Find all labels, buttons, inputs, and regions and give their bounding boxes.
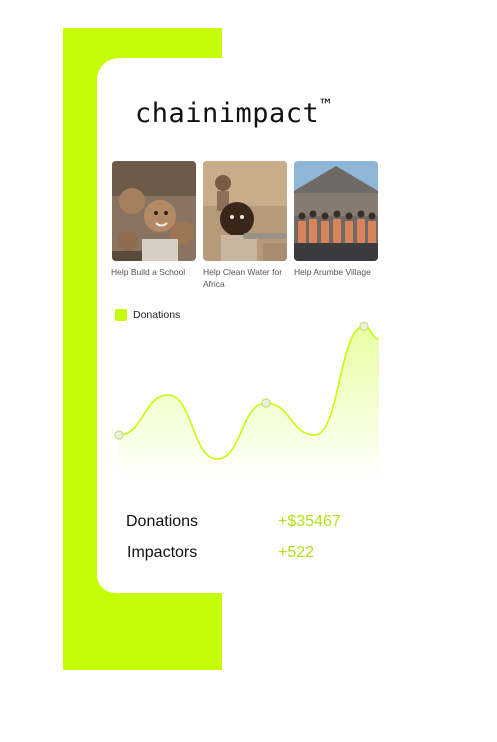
- donations-area-fill: [119, 326, 379, 483]
- data-point-0[interactable]: [114, 430, 124, 440]
- donations-stat-value: +$35467: [278, 513, 341, 530]
- donations-stat-label: Donations: [126, 513, 199, 530]
- brand-logo: chainimpact™: [135, 96, 332, 129]
- campaign-photo-village[interactable]: [294, 161, 378, 261]
- impactors-stat-value: +522: [278, 544, 315, 561]
- campaign-caption-school[interactable]: Help Build a School: [111, 266, 197, 278]
- impactors-stat-label: Impactors: [127, 544, 198, 561]
- brand-name: chainimpact: [135, 98, 320, 129]
- campaign-caption-village[interactable]: Help Arumbe Village: [294, 266, 380, 278]
- trademark-symbol: ™: [320, 96, 332, 116]
- impact-card: chainimpact™ Help Build a School Help Cl…: [97, 58, 497, 593]
- campaign-photo-school[interactable]: [112, 161, 196, 261]
- campaign-caption-water[interactable]: Help Clean Water for Africa: [203, 266, 289, 290]
- donations-chart: [114, 321, 380, 483]
- campaign-photo-water[interactable]: [203, 161, 287, 261]
- data-point-5[interactable]: [359, 321, 369, 331]
- data-point-3[interactable]: [261, 398, 271, 408]
